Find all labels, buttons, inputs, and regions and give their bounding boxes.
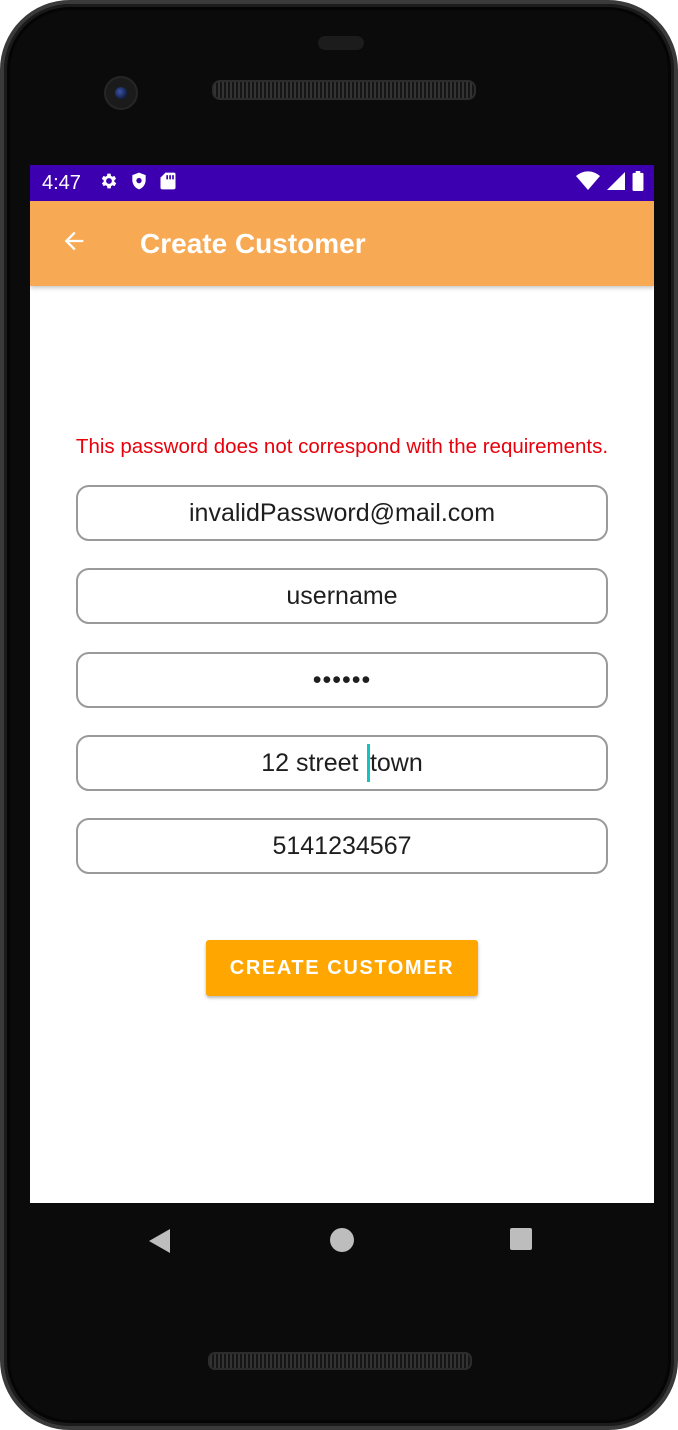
email-field-value: invalidPassword@mail.com <box>188 498 496 527</box>
back-button[interactable] <box>54 224 94 264</box>
battery-icon <box>632 170 644 196</box>
password-field[interactable]: •••••• <box>76 652 608 708</box>
phone-field-value: 5141234567 <box>272 831 412 860</box>
password-error-message: This password does not correspond with t… <box>75 435 609 458</box>
nav-home-icon[interactable] <box>330 1228 354 1252</box>
email-field[interactable]: invalidPassword@mail.com <box>76 485 608 541</box>
phone-field[interactable]: 5141234567 <box>76 818 608 874</box>
address-field-value-end: town <box>369 748 423 777</box>
gear-icon <box>99 171 119 196</box>
sd-card-icon <box>159 171 177 196</box>
top-speaker-grille <box>212 80 476 100</box>
bottom-speaker-grille <box>208 1352 472 1370</box>
password-field-value: •••••• <box>312 665 372 694</box>
wifi-icon <box>576 170 600 196</box>
address-field-value-start: 12 street <box>261 748 366 777</box>
page-title: Create Customer <box>140 227 366 259</box>
username-field[interactable]: username <box>76 568 608 624</box>
arrow-back-icon <box>60 227 88 260</box>
create-customer-button[interactable]: CREATE CUSTOMER <box>206 940 478 996</box>
earpiece-sensor <box>318 36 364 50</box>
status-time: 4:47 <box>42 171 81 194</box>
shield-icon <box>129 171 149 196</box>
front-camera <box>104 76 138 110</box>
status-bar: 4:47 <box>30 165 654 201</box>
app-bar: Create Customer <box>30 201 654 286</box>
screen: 4:47 Create Customer This password does … <box>30 165 654 1203</box>
phone-frame: 4:47 Create Customer This password does … <box>0 0 678 1430</box>
username-field-value: username <box>286 581 398 610</box>
nav-recents-icon[interactable] <box>510 1228 532 1250</box>
nav-back-icon[interactable] <box>146 1226 176 1256</box>
address-field[interactable]: 12 street town <box>76 735 608 791</box>
signal-icon <box>606 171 626 196</box>
